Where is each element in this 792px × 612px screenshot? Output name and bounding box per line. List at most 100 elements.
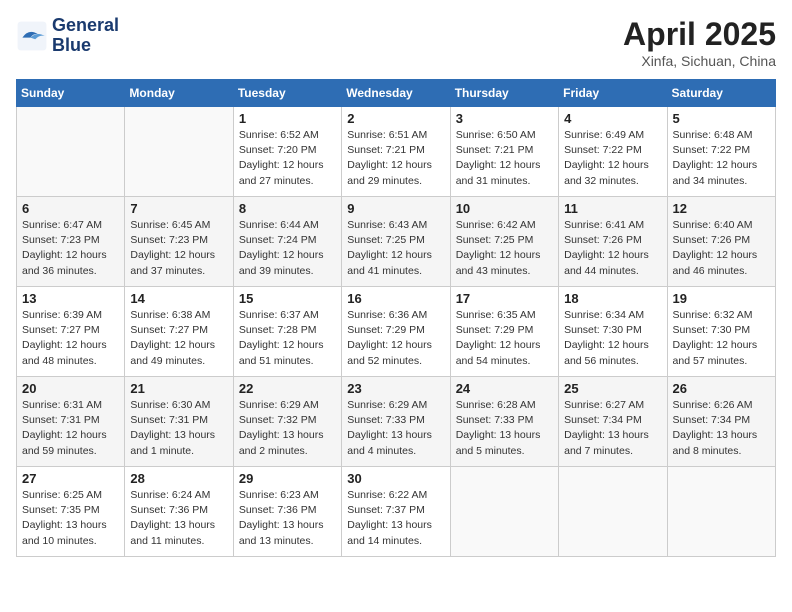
day-info: Sunrise: 6:48 AM Sunset: 7:22 PM Dayligh… (673, 128, 770, 189)
calendar-cell: 26 Sunrise: 6:26 AM Sunset: 7:34 PM Dayli… (667, 377, 775, 467)
day-number: 12 (673, 201, 770, 216)
logo-text: General Blue (52, 16, 119, 56)
calendar-cell (450, 467, 558, 557)
day-number: 3 (456, 111, 553, 126)
calendar-cell: 14 Sunrise: 6:38 AM Sunset: 7:27 PM Dayli… (125, 287, 233, 377)
logo-icon (16, 20, 48, 52)
calendar-cell: 8Sunrise: 6:44 AM Sunset: 7:24 PM Daylig… (233, 197, 341, 287)
calendar-cell: 20 Sunrise: 6:31 AM Sunset: 7:31 PM Dayli… (17, 377, 125, 467)
day-info: Sunrise: 6:41 AM Sunset: 7:26 PM Dayligh… (564, 218, 661, 279)
day-info: Sunrise: 6:45 AM Sunset: 7:23 PM Dayligh… (130, 218, 227, 279)
calendar-cell: 23Sunrise: 6:29 AM Sunset: 7:33 PM Dayli… (342, 377, 450, 467)
week-row-5: 27 Sunrise: 6:25 AM Sunset: 7:35 PM Dayli… (17, 467, 776, 557)
location: Xinfa, Sichuan, China (623, 53, 776, 69)
calendar-cell (125, 107, 233, 197)
calendar-cell: 17Sunrise: 6:35 AM Sunset: 7:29 PM Dayli… (450, 287, 558, 377)
weekday-header-monday: Monday (125, 80, 233, 107)
day-info: Sunrise: 6:31 AM Sunset: 7:31 PM Dayligh… (22, 398, 119, 459)
day-number: 28 (130, 471, 227, 486)
day-info: Sunrise: 6:47 AM Sunset: 7:23 PM Dayligh… (22, 218, 119, 279)
day-info: Sunrise: 6:42 AM Sunset: 7:25 PM Dayligh… (456, 218, 553, 279)
day-info: Sunrise: 6:27 AM Sunset: 7:34 PM Dayligh… (564, 398, 661, 459)
calendar-cell: 24Sunrise: 6:28 AM Sunset: 7:33 PM Dayli… (450, 377, 558, 467)
calendar-cell: 21 Sunrise: 6:30 AM Sunset: 7:31 PM Dayli… (125, 377, 233, 467)
day-info: Sunrise: 6:32 AM Sunset: 7:30 PM Dayligh… (673, 308, 770, 369)
calendar-cell: 3 Sunrise: 6:50 AM Sunset: 7:21 PM Daylig… (450, 107, 558, 197)
calendar-cell: 7 Sunrise: 6:45 AM Sunset: 7:23 PM Daylig… (125, 197, 233, 287)
day-number: 16 (347, 291, 444, 306)
day-number: 10 (456, 201, 553, 216)
weekday-header-tuesday: Tuesday (233, 80, 341, 107)
day-info: Sunrise: 6:50 AM Sunset: 7:21 PM Dayligh… (456, 128, 553, 189)
weekday-header-wednesday: Wednesday (342, 80, 450, 107)
day-info: Sunrise: 6:38 AM Sunset: 7:27 PM Dayligh… (130, 308, 227, 369)
weekday-header-saturday: Saturday (667, 80, 775, 107)
week-row-2: 6 Sunrise: 6:47 AM Sunset: 7:23 PM Daylig… (17, 197, 776, 287)
weekday-header-friday: Friday (559, 80, 667, 107)
weekday-header-sunday: Sunday (17, 80, 125, 107)
day-info: Sunrise: 6:36 AM Sunset: 7:29 PM Dayligh… (347, 308, 444, 369)
day-info: Sunrise: 6:43 AM Sunset: 7:25 PM Dayligh… (347, 218, 444, 279)
calendar-cell: 18 Sunrise: 6:34 AM Sunset: 7:30 PM Dayli… (559, 287, 667, 377)
day-info: Sunrise: 6:44 AM Sunset: 7:24 PM Dayligh… (239, 218, 336, 279)
day-number: 19 (673, 291, 770, 306)
calendar-cell (559, 467, 667, 557)
calendar-cell: 9 Sunrise: 6:43 AM Sunset: 7:25 PM Daylig… (342, 197, 450, 287)
day-info: Sunrise: 6:39 AM Sunset: 7:27 PM Dayligh… (22, 308, 119, 369)
day-number: 25 (564, 381, 661, 396)
day-info: Sunrise: 6:28 AM Sunset: 7:33 PM Dayligh… (456, 398, 553, 459)
weekday-header-thursday: Thursday (450, 80, 558, 107)
calendar-cell: 27 Sunrise: 6:25 AM Sunset: 7:35 PM Dayli… (17, 467, 125, 557)
calendar-cell: 11Sunrise: 6:41 AM Sunset: 7:26 PM Dayli… (559, 197, 667, 287)
calendar-cell: 30 Sunrise: 6:22 AM Sunset: 7:37 PM Dayli… (342, 467, 450, 557)
day-number: 27 (22, 471, 119, 486)
calendar-cell: 2Sunrise: 6:51 AM Sunset: 7:21 PM Daylig… (342, 107, 450, 197)
weekday-header-row: SundayMondayTuesdayWednesdayThursdayFrid… (17, 80, 776, 107)
day-number: 21 (130, 381, 227, 396)
week-row-1: 1Sunrise: 6:52 AM Sunset: 7:20 PM Daylig… (17, 107, 776, 197)
calendar-cell: 1Sunrise: 6:52 AM Sunset: 7:20 PM Daylig… (233, 107, 341, 197)
calendar-cell (667, 467, 775, 557)
calendar-cell: 28 Sunrise: 6:24 AM Sunset: 7:36 PM Dayli… (125, 467, 233, 557)
day-number: 20 (22, 381, 119, 396)
day-number: 22 (239, 381, 336, 396)
day-number: 1 (239, 111, 336, 126)
day-info: Sunrise: 6:37 AM Sunset: 7:28 PM Dayligh… (239, 308, 336, 369)
day-info: Sunrise: 6:30 AM Sunset: 7:31 PM Dayligh… (130, 398, 227, 459)
calendar-cell: 13Sunrise: 6:39 AM Sunset: 7:27 PM Dayli… (17, 287, 125, 377)
day-number: 17 (456, 291, 553, 306)
day-info: Sunrise: 6:34 AM Sunset: 7:30 PM Dayligh… (564, 308, 661, 369)
calendar-cell: 19 Sunrise: 6:32 AM Sunset: 7:30 PM Dayli… (667, 287, 775, 377)
day-info: Sunrise: 6:40 AM Sunset: 7:26 PM Dayligh… (673, 218, 770, 279)
day-info: Sunrise: 6:23 AM Sunset: 7:36 PM Dayligh… (239, 488, 336, 549)
day-number: 30 (347, 471, 444, 486)
day-number: 4 (564, 111, 661, 126)
calendar-cell: 22 Sunrise: 6:29 AM Sunset: 7:32 PM Dayli… (233, 377, 341, 467)
day-number: 26 (673, 381, 770, 396)
calendar-table: SundayMondayTuesdayWednesdayThursdayFrid… (16, 79, 776, 557)
calendar-cell: 4 Sunrise: 6:49 AM Sunset: 7:22 PM Daylig… (559, 107, 667, 197)
calendar-cell: 15 Sunrise: 6:37 AM Sunset: 7:28 PM Dayli… (233, 287, 341, 377)
day-number: 14 (130, 291, 227, 306)
day-number: 6 (22, 201, 119, 216)
day-number: 15 (239, 291, 336, 306)
day-number: 18 (564, 291, 661, 306)
day-info: Sunrise: 6:25 AM Sunset: 7:35 PM Dayligh… (22, 488, 119, 549)
day-info: Sunrise: 6:29 AM Sunset: 7:32 PM Dayligh… (239, 398, 336, 459)
calendar-cell: 10 Sunrise: 6:42 AM Sunset: 7:25 PM Dayli… (450, 197, 558, 287)
day-number: 5 (673, 111, 770, 126)
day-number: 9 (347, 201, 444, 216)
day-info: Sunrise: 6:49 AM Sunset: 7:22 PM Dayligh… (564, 128, 661, 189)
calendar-cell (17, 107, 125, 197)
logo: General Blue (16, 16, 119, 56)
week-row-4: 20 Sunrise: 6:31 AM Sunset: 7:31 PM Dayli… (17, 377, 776, 467)
day-info: Sunrise: 6:24 AM Sunset: 7:36 PM Dayligh… (130, 488, 227, 549)
calendar-cell: 5 Sunrise: 6:48 AM Sunset: 7:22 PM Daylig… (667, 107, 775, 197)
calendar-cell: 25 Sunrise: 6:27 AM Sunset: 7:34 PM Dayli… (559, 377, 667, 467)
day-info: Sunrise: 6:22 AM Sunset: 7:37 PM Dayligh… (347, 488, 444, 549)
day-info: Sunrise: 6:26 AM Sunset: 7:34 PM Dayligh… (673, 398, 770, 459)
calendar-cell: 12 Sunrise: 6:40 AM Sunset: 7:26 PM Dayli… (667, 197, 775, 287)
page-header: General Blue April 2025 Xinfa, Sichuan, … (16, 16, 776, 69)
calendar-cell: 16 Sunrise: 6:36 AM Sunset: 7:29 PM Dayli… (342, 287, 450, 377)
day-number: 7 (130, 201, 227, 216)
